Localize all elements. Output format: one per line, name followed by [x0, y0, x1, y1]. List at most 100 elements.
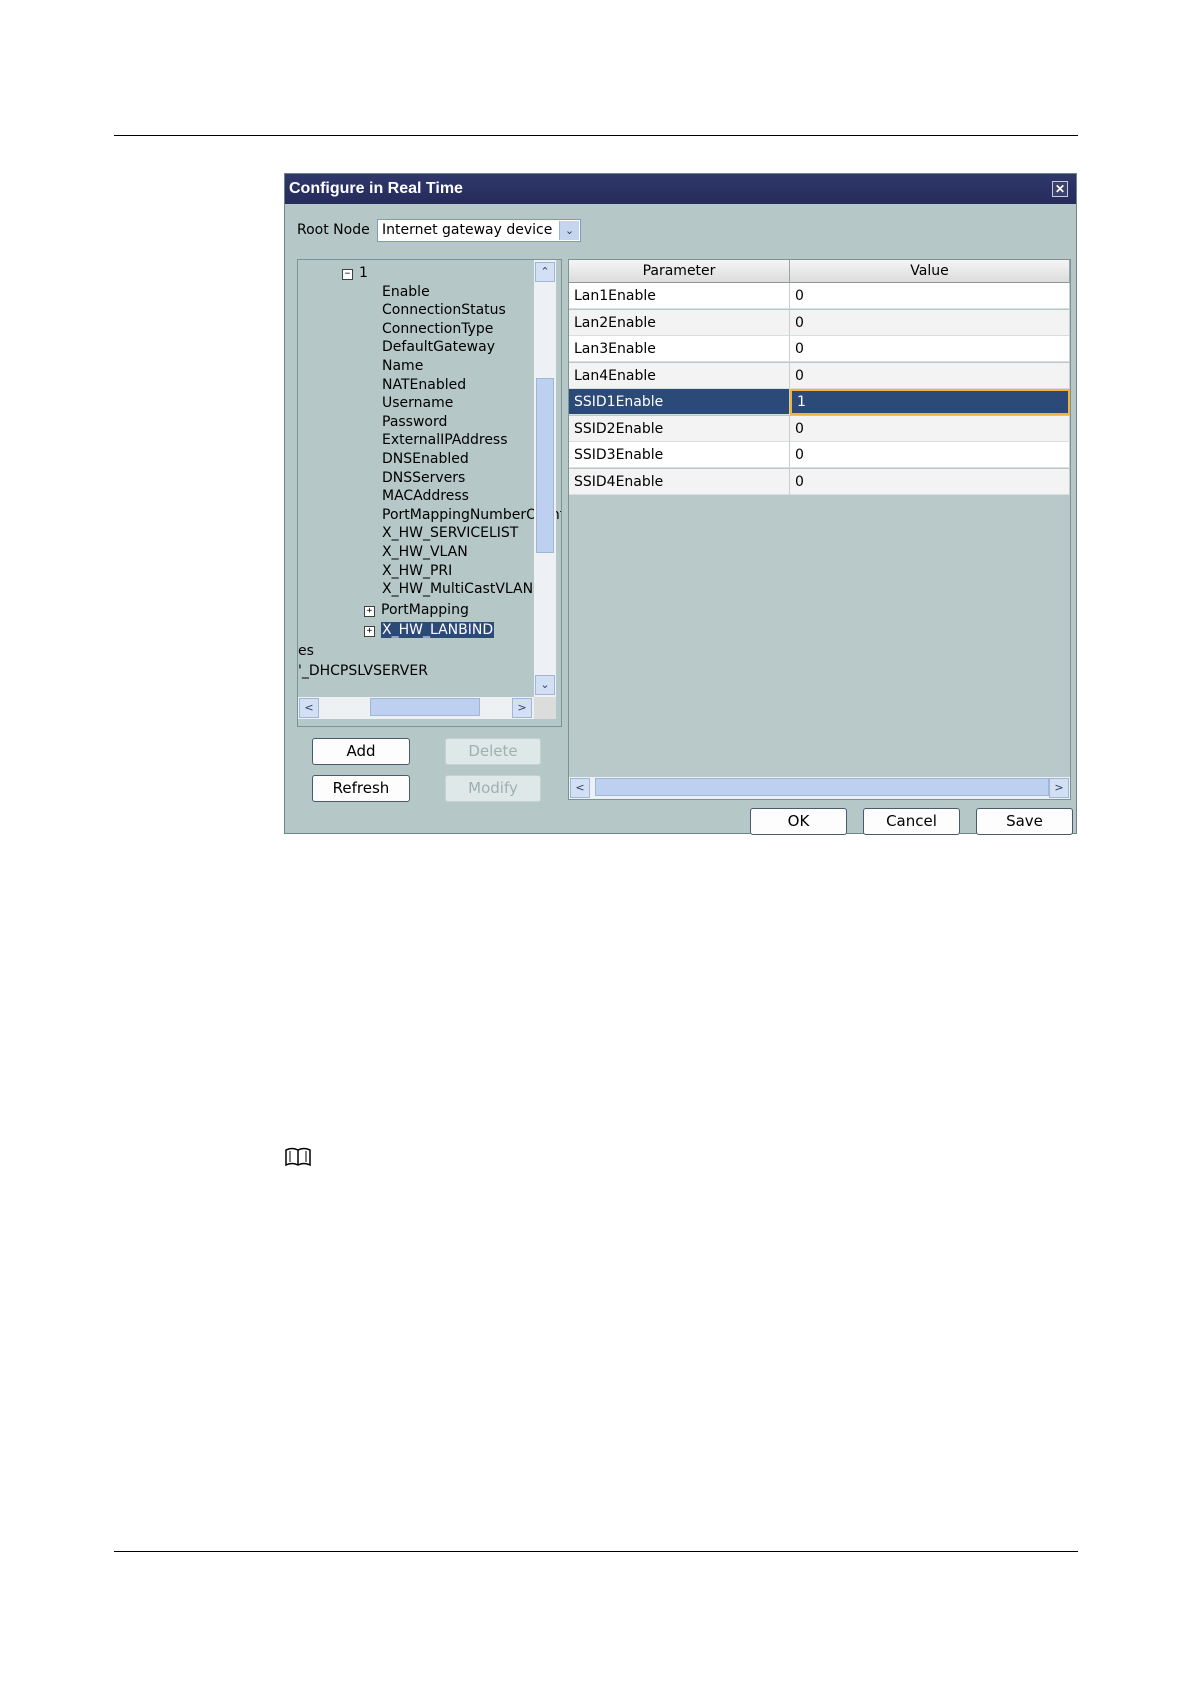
collapse-icon[interactable]: − [342, 269, 353, 280]
tree-item[interactable]: MACAddress [382, 487, 469, 505]
table-row[interactable]: SSID3Enable 0 [569, 442, 1070, 468]
grid-horizontal-scrollbar[interactable]: < > [569, 777, 1070, 799]
tree-item[interactable]: ConnectionStatus [382, 301, 506, 319]
chevron-down-icon[interactable]: ⌄ [559, 221, 579, 240]
tree-item[interactable]: '_DHCPSLVSERVER [298, 662, 428, 680]
tree-item[interactable]: ExternalIPAddress [382, 431, 508, 449]
tree-item-label: PortMapping [381, 602, 469, 618]
tree-item[interactable]: X_HW_SERVICELIST [382, 524, 518, 542]
configure-dialog: Configure in Real Time ✕ Root Node Inter… [284, 173, 1077, 835]
column-header-value[interactable]: Value [790, 260, 1070, 282]
tree-horizontal-scroll-thumb[interactable] [370, 698, 480, 716]
table-row[interactable]: Lan1Enable 0 [569, 283, 1070, 309]
tree-item[interactable]: NATEnabled [382, 376, 466, 394]
tree-item[interactable]: Username [382, 394, 453, 412]
scrollbar-corner [534, 697, 556, 719]
scroll-right-icon[interactable]: > [512, 698, 532, 718]
expand-icon[interactable]: + [364, 626, 375, 637]
parameter-cell[interactable]: SSID3Enable [569, 442, 790, 468]
parameter-cell[interactable]: Lan2Enable [569, 309, 790, 336]
close-button[interactable]: ✕ [1052, 181, 1068, 197]
expand-icon[interactable]: + [364, 606, 375, 617]
tree-item[interactable]: X_HW_MultiCastVLAN [382, 580, 533, 598]
value-cell[interactable]: 0 [790, 309, 1070, 336]
value-cell[interactable]: 0 [790, 336, 1070, 362]
parameter-cell[interactable]: Lan1Enable [569, 283, 790, 309]
table-row[interactable]: SSID1Enable 1 [569, 389, 1070, 415]
tree-item-label: DNSEnabled [382, 451, 469, 467]
delete-button[interactable]: Delete [445, 738, 541, 765]
tree-item-label: DNSServers [382, 470, 466, 486]
table-row[interactable]: SSID2Enable 0 [569, 415, 1070, 442]
tree-item[interactable]: DNSServers [382, 469, 465, 487]
cancel-button[interactable]: Cancel [863, 808, 960, 835]
tree-item[interactable]: + X_HW_LANBIND [364, 621, 495, 639]
scroll-right-icon[interactable]: > [1049, 778, 1069, 798]
table-row[interactable]: Lan4Enable 0 [569, 362, 1070, 389]
tree-item[interactable]: + PortMapping [364, 601, 469, 619]
root-node-value: Internet gateway device [382, 222, 553, 238]
scroll-down-icon[interactable]: ⌄ [535, 675, 555, 695]
grid-horizontal-scroll-thumb[interactable] [595, 778, 1049, 796]
parameter-tree: −1 Enable ConnectionStatus ConnectionType De… [297, 259, 562, 727]
ok-button[interactable]: OK [750, 808, 847, 835]
modify-button[interactable]: Modify [445, 775, 541, 802]
table-row[interactable]: Lan3Enable 0 [569, 336, 1070, 362]
parameter-cell[interactable]: Lan3Enable [569, 336, 790, 362]
value-cell[interactable]: 0 [790, 362, 1070, 389]
save-button[interactable]: Save [976, 808, 1073, 835]
close-icon: ✕ [1054, 182, 1066, 196]
page-header-rule [114, 135, 1078, 136]
tree-vertical-scroll-thumb[interactable] [536, 378, 554, 553]
tree-item-label: DefaultGateway [382, 339, 495, 355]
value-cell[interactable]: 0 [790, 468, 1070, 495]
tree-item-label: Enable [382, 284, 430, 300]
dialog-title: Configure in Real Time [289, 180, 463, 197]
parameter-cell[interactable]: SSID2Enable [569, 415, 790, 442]
tree-item[interactable]: Password [382, 413, 447, 431]
value-cell[interactable]: 0 [790, 283, 1070, 309]
tree-item[interactable]: Name [382, 357, 423, 375]
tree-item[interactable]: Enable [382, 283, 430, 301]
tree-item[interactable]: ConnectionType [382, 320, 493, 338]
tree-item[interactable]: DefaultGateway [382, 338, 495, 356]
tree-item[interactable]: DNSEnabled [382, 450, 469, 468]
dialog-title-bar: Configure in Real Time ✕ [285, 174, 1076, 204]
root-node-select[interactable]: Internet gateway device ⌄ [377, 219, 581, 242]
tree-item-label: ConnectionType [382, 321, 494, 337]
grid-header: Parameter Value [569, 260, 1070, 283]
value-cell[interactable]: 1 [790, 389, 1070, 415]
tree-vertical-scrollbar[interactable]: ⌃ ⌄ [534, 260, 556, 697]
book-icon [284, 1146, 312, 1168]
tree-item-label: X_HW_PRI [382, 563, 453, 579]
refresh-button[interactable]: Refresh [312, 775, 410, 802]
tree-item[interactable]: X_HW_VLAN [382, 543, 468, 561]
value-cell[interactable]: 0 [790, 442, 1070, 468]
tree-item-label: 1 [359, 265, 368, 281]
page-footer-rule [114, 1551, 1078, 1552]
table-row[interactable]: Lan2Enable 0 [569, 309, 1070, 336]
tree-item[interactable]: X_HW_PRI [382, 562, 452, 580]
table-row[interactable]: SSID4Enable 0 [569, 468, 1070, 495]
tree-item-label: NATEnabled [382, 377, 467, 393]
scroll-left-icon[interactable]: < [299, 698, 319, 718]
tree-item-label: X_HW_LANBIND [381, 622, 495, 638]
parameter-cell[interactable]: SSID1Enable [569, 389, 790, 415]
tree-item[interactable]: −1 [342, 264, 368, 282]
scroll-left-icon[interactable]: < [570, 778, 590, 798]
tree-item-label: MACAddress [382, 488, 469, 504]
scroll-up-icon[interactable]: ⌃ [535, 262, 555, 282]
tree-item-label: Username [382, 395, 454, 411]
parameter-grid: Parameter Value Lan1Enable 0 Lan2Enable 0 La… [568, 259, 1071, 800]
tree-item-label: X_HW_MultiCastVLAN [382, 581, 534, 597]
parameter-cell[interactable]: Lan4Enable [569, 362, 790, 389]
add-button[interactable]: Add [312, 738, 410, 765]
tree-item-label: es [298, 643, 314, 659]
tree-item-label: '_DHCPSLVSERVER [298, 663, 428, 679]
column-header-parameter[interactable]: Parameter [569, 260, 790, 282]
value-cell[interactable]: 0 [790, 415, 1070, 442]
tree-item-label: ConnectionStatus [382, 302, 506, 318]
tree-item[interactable]: es [298, 642, 314, 660]
parameter-cell[interactable]: SSID4Enable [569, 468, 790, 495]
tree-horizontal-scrollbar[interactable]: < > [298, 697, 534, 719]
